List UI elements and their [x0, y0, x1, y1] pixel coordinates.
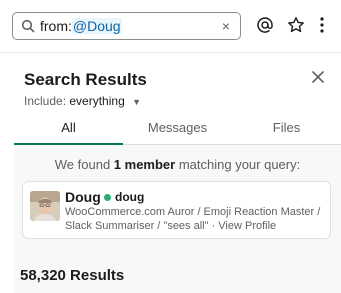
member-bio: WooCommerce.com Auror / Emoji Reaction M…: [65, 205, 330, 233]
member-card[interactable]: Doug doug WooCommerce.com Auror / Emoji …: [22, 181, 331, 239]
search-query-prefix: from:: [40, 18, 72, 34]
presence-indicator: [104, 194, 111, 201]
at-icon[interactable]: [255, 15, 275, 35]
more-vertical-icon[interactable]: [312, 15, 332, 35]
tab-files[interactable]: Files: [232, 120, 341, 135]
include-value: everything: [69, 94, 125, 108]
view-profile-link[interactable]: View Profile: [218, 220, 276, 232]
close-icon[interactable]: [311, 70, 327, 86]
found-prefix: We found: [54, 157, 114, 172]
avatar[interactable]: [30, 191, 60, 221]
search-icon: [21, 19, 35, 33]
include-filter[interactable]: Include: everything ▼: [24, 94, 141, 108]
search-results-panel: Search Results Include: everything ▼ All…: [0, 58, 341, 293]
bio-separator: ·: [208, 220, 219, 232]
members-found-text: We found 1 member matching your query:: [14, 157, 341, 172]
results-tabs: All Messages Files: [14, 116, 341, 145]
found-count: 1 member: [113, 157, 176, 172]
chevron-down-icon: ▼: [132, 97, 142, 107]
panel-title: Search Results: [24, 70, 147, 89]
star-icon[interactable]: [286, 15, 306, 35]
tab-messages[interactable]: Messages: [123, 120, 232, 135]
tab-all[interactable]: All: [14, 120, 123, 135]
clear-search-button[interactable]: ×: [218, 18, 234, 34]
member-bio-text: WooCommerce.com Auror / Emoji Reaction M…: [65, 206, 321, 232]
include-label: Include:: [24, 94, 67, 108]
found-suffix: matching your query:: [175, 157, 301, 172]
search-query[interactable]: from:@Doug: [40, 18, 122, 34]
member-name[interactable]: Doug: [65, 189, 101, 205]
search-query-mention: @Doug: [71, 18, 122, 34]
member-handle: doug: [115, 190, 145, 204]
search-input[interactable]: from:@Doug ×: [12, 12, 241, 40]
top-bar: from:@Doug ×: [0, 0, 341, 53]
results-count: 58,320 Results: [20, 267, 125, 284]
